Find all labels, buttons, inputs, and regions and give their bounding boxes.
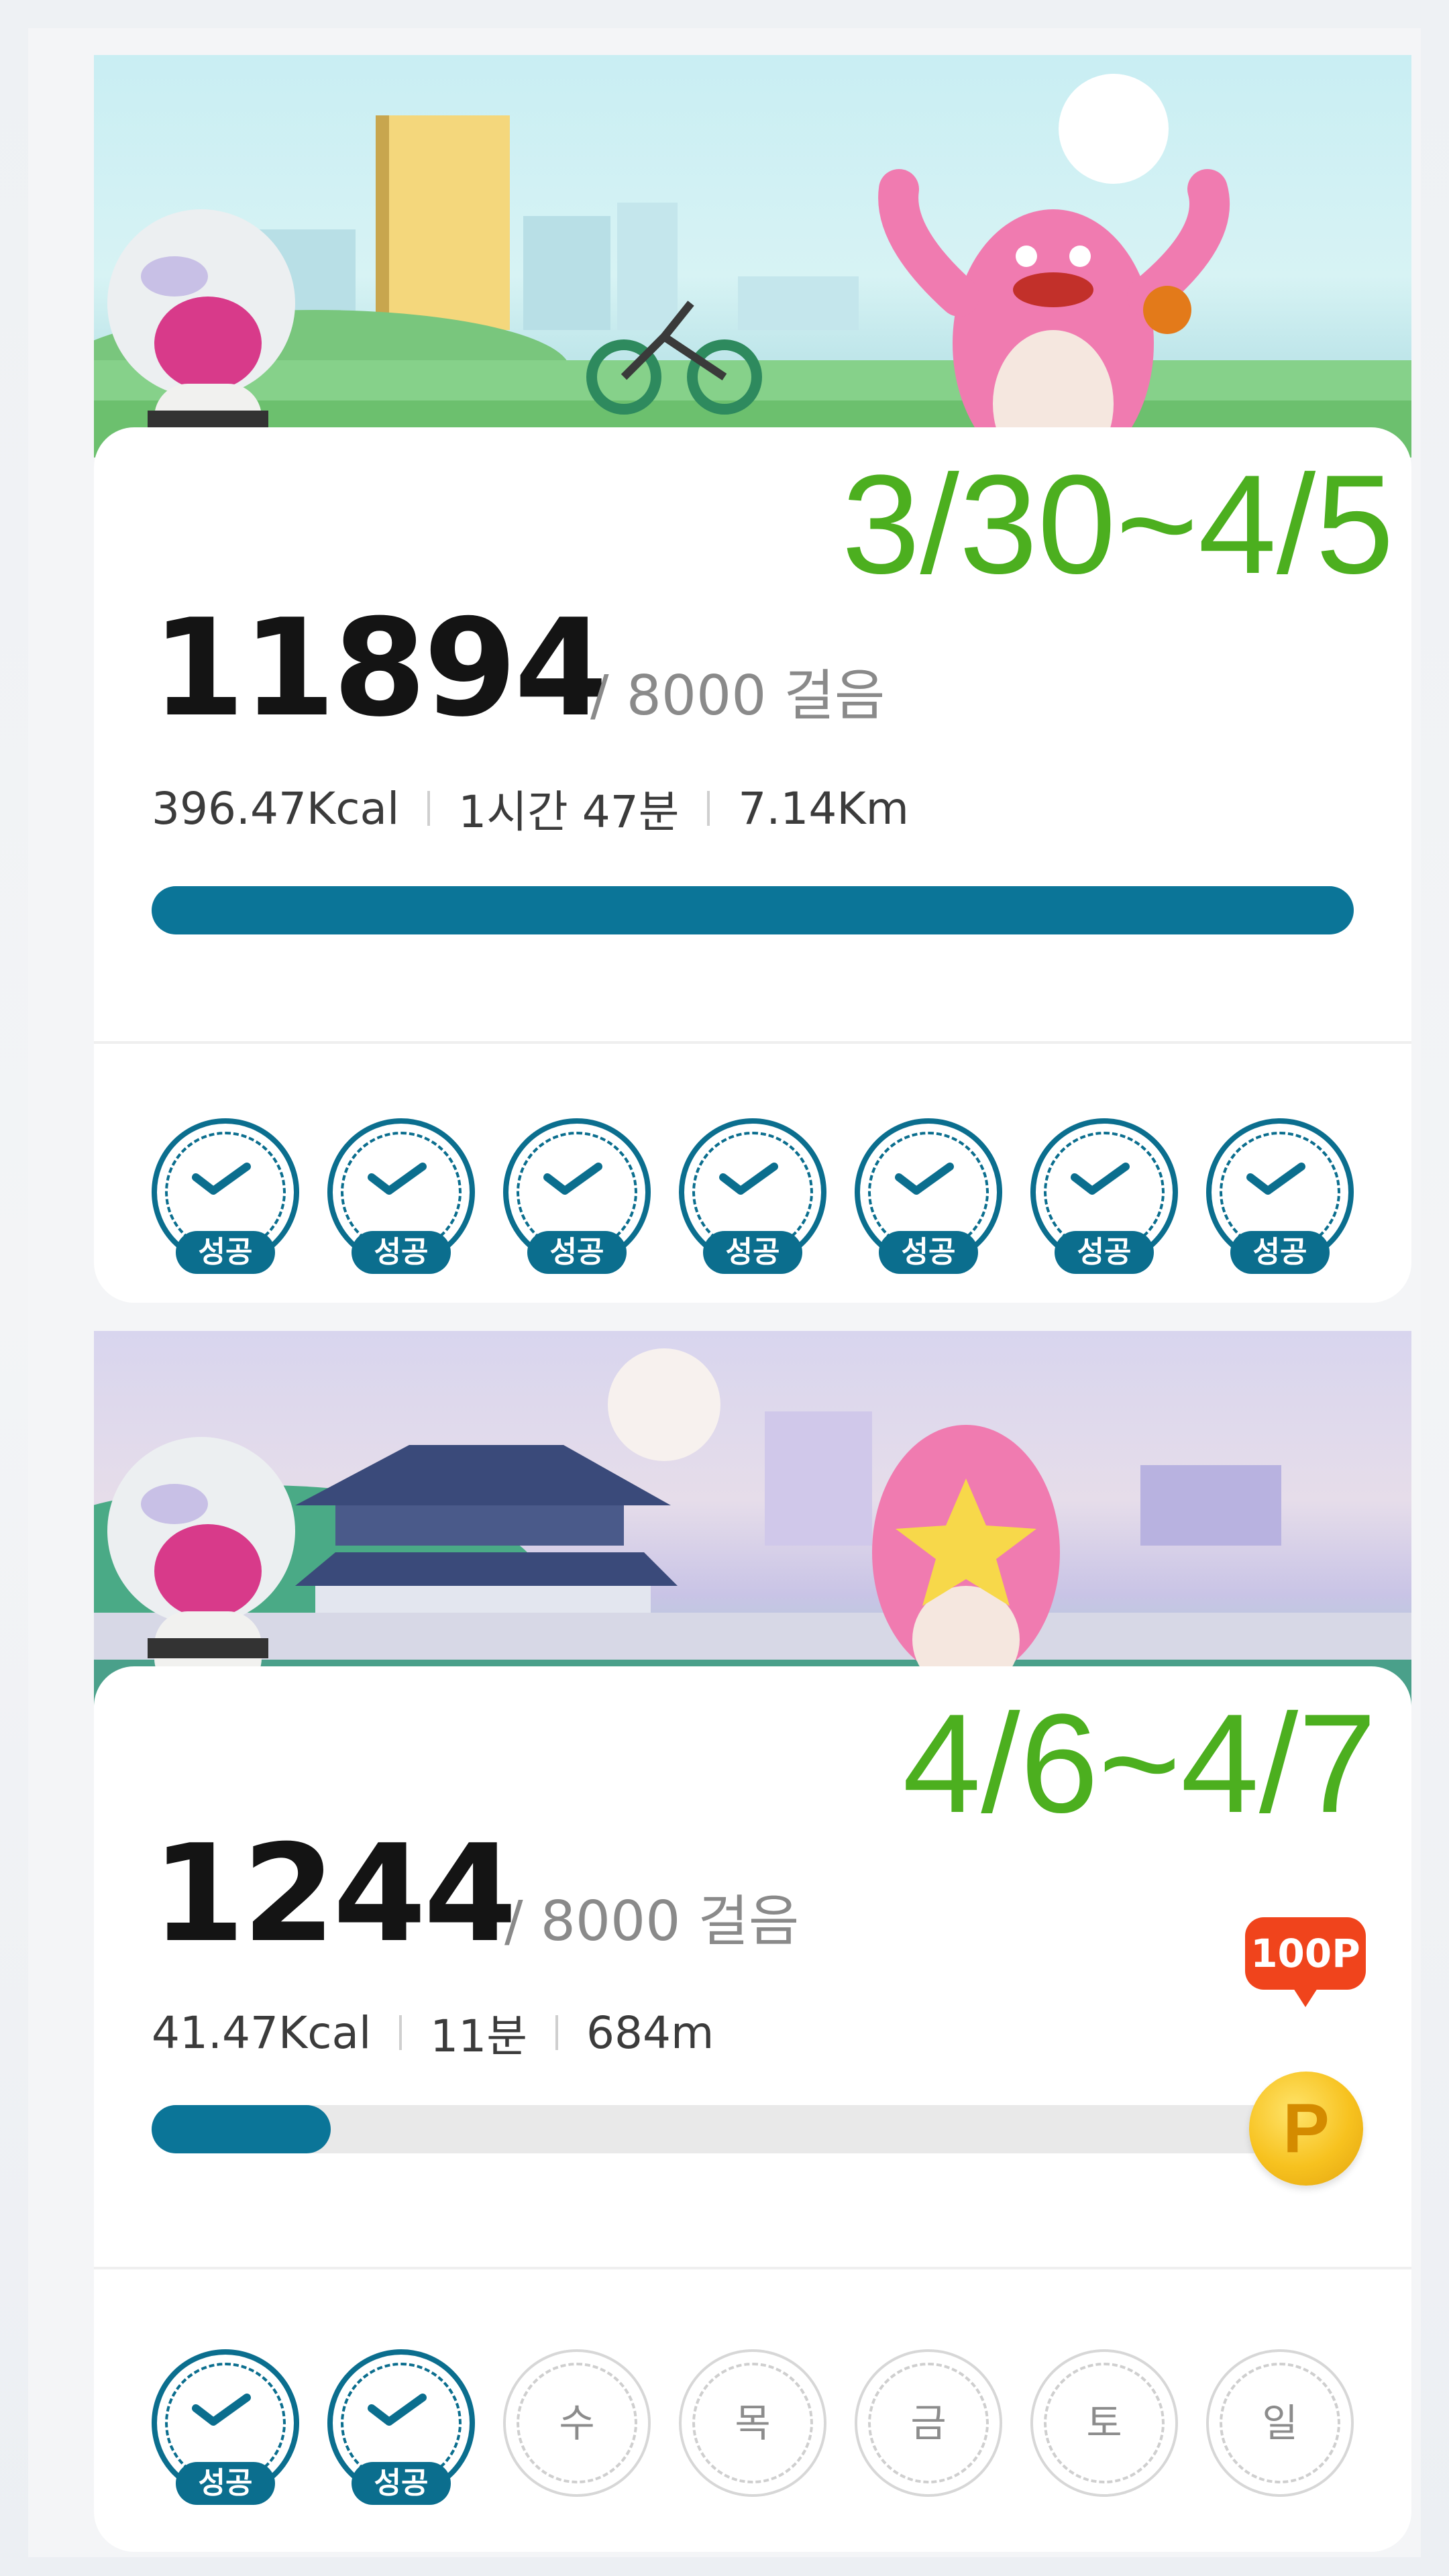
weekday-label: 일 — [1262, 2400, 1298, 2446]
sun-icon — [1059, 74, 1169, 184]
day-success-badge[interactable]: 성공 — [152, 2349, 299, 2505]
day-pending-badge[interactable]: 일 — [1206, 2349, 1354, 2505]
white-tiger-mascot — [107, 1437, 295, 1692]
checkmark-icon — [192, 1163, 251, 1195]
moon-icon — [608, 1348, 720, 1461]
day-success-badge[interactable]: 성공 — [327, 1118, 475, 1274]
stat-divider — [555, 2015, 558, 2050]
week-card-1: 3/30~4/5 11894 / 8000 걸음 396.47Kcal 1시간 … — [94, 55, 1411, 1303]
step-progress-bar — [152, 886, 1354, 934]
day-pending-badge[interactable]: 수 — [503, 2349, 651, 2505]
step-count: 1244 — [152, 1816, 517, 1972]
reward-points-bubble: 100P — [1245, 1917, 1366, 2007]
banner-illustration-palace — [94, 1331, 1411, 1707]
day-pending-badge[interactable]: 목 — [679, 2349, 826, 2505]
white-tiger-mascot — [107, 209, 295, 458]
day-success-badge[interactable]: 성공 — [679, 1118, 826, 1274]
date-range-label: 4/6~4/7 — [902, 1684, 1377, 1842]
date-range-label: 3/30~4/5 — [841, 445, 1394, 603]
success-label: 성공 — [176, 2462, 275, 2505]
section-divider — [94, 1041, 1411, 1044]
day-success-badge[interactable]: 성공 — [327, 2349, 475, 2505]
day-success-badge[interactable]: 성공 — [152, 1118, 299, 1274]
activity-stats: 41.47Kcal 11분 684m — [152, 2000, 714, 2065]
step-count: 11894 — [152, 590, 608, 747]
coin-letter: P — [1283, 2090, 1330, 2167]
step-goal: / 8000 걸음 — [590, 664, 885, 728]
day-success-badge[interactable]: 성공 — [1206, 1118, 1354, 1274]
day-pending-badge[interactable]: 금 — [855, 2349, 1002, 2505]
distance-value: 7.14Km — [738, 782, 909, 835]
calories-value: 41.47Kcal — [152, 2006, 372, 2059]
success-label: 성공 — [352, 2462, 451, 2505]
checkmark-icon — [543, 1163, 602, 1195]
day-pending-badge[interactable]: 토 — [1030, 2349, 1178, 2505]
success-label: 성공 — [527, 1231, 627, 1274]
activity-stats: 396.47Kcal 1시간 47분 7.14Km — [152, 776, 909, 841]
section-divider — [94, 2267, 1411, 2269]
stat-divider — [427, 791, 431, 826]
week-summary-panel: 4/6~4/7 1244 / 8000 걸음 41.47Kcal 11분 684… — [94, 1666, 1411, 2552]
day-success-badge[interactable]: 성공 — [1030, 1118, 1178, 1274]
success-label: 성공 — [352, 1231, 451, 1274]
success-label: 성공 — [1230, 1231, 1330, 1274]
checkmark-icon — [368, 1163, 427, 1195]
weekday-label: 금 — [910, 2400, 947, 2446]
banner-illustration-city — [94, 55, 1411, 458]
weekly-day-status: 성공 성공 수 목 금 토 일 — [152, 2349, 1354, 2505]
weekly-day-status: 성공 성공 성공 성공 성공 성공 성공 — [152, 1118, 1354, 1274]
screenshot-frame: 3/30~4/5 11894 / 8000 걸음 396.47Kcal 1시간 … — [28, 28, 1421, 2557]
duration-value: 11분 — [430, 2010, 527, 2062]
step-progress-fill — [152, 886, 1354, 934]
checkmark-icon — [719, 1163, 778, 1195]
week-summary-panel: 3/30~4/5 11894 / 8000 걸음 396.47Kcal 1시간 … — [94, 427, 1411, 1303]
checkmark-icon — [368, 2394, 427, 2426]
stat-divider — [707, 791, 710, 826]
step-progress-bar — [152, 2105, 1305, 2153]
success-label: 성공 — [879, 1231, 978, 1274]
success-label: 성공 — [176, 1231, 275, 1274]
day-success-badge[interactable]: 성공 — [503, 1118, 651, 1274]
checkmark-icon — [1246, 1163, 1305, 1195]
small-orange-bird — [1143, 286, 1191, 334]
day-success-badge[interactable]: 성공 — [855, 1118, 1002, 1274]
point-coin-icon[interactable]: P — [1249, 2072, 1363, 2186]
success-label: 성공 — [703, 1231, 802, 1274]
checkmark-icon — [1071, 1163, 1130, 1195]
weekday-label: 수 — [559, 2400, 595, 2446]
step-goal: / 8000 걸음 — [504, 1890, 800, 1953]
checkmark-icon — [895, 1163, 954, 1195]
distance-value: 684m — [586, 2006, 714, 2059]
checkmark-icon — [192, 2394, 251, 2426]
week-card-2: 4/6~4/7 1244 / 8000 걸음 41.47Kcal 11분 684… — [94, 1331, 1411, 2552]
stat-divider — [399, 2015, 402, 2050]
duration-value: 1시간 47분 — [458, 786, 680, 838]
success-label: 성공 — [1055, 1231, 1154, 1274]
weekday-label: 목 — [735, 2400, 771, 2446]
weekday-label: 토 — [1086, 2400, 1122, 2446]
calories-value: 396.47Kcal — [152, 782, 400, 835]
step-progress-fill — [152, 2105, 331, 2153]
